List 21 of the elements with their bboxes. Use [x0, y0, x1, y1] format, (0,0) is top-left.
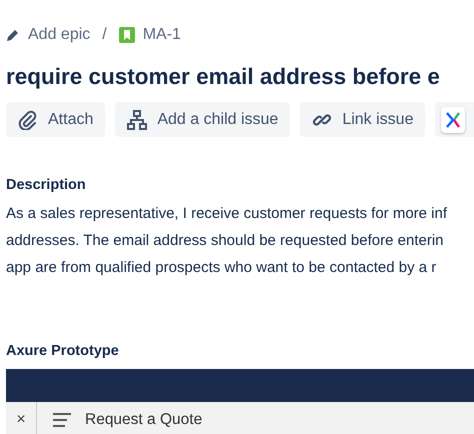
- hierarchy-icon: [127, 110, 148, 130]
- description-line: app are from qualified prospects who want to be contacted by a r: [6, 258, 438, 278]
- menu-icon[interactable]: [53, 413, 71, 427]
- breadcrumb-separator: /: [102, 25, 107, 45]
- add-epic-link[interactable]: Add epic: [28, 23, 90, 47]
- close-button[interactable]: ×: [6, 402, 37, 434]
- page-title: Request a Quote: [85, 410, 202, 430]
- section-heading: Description: [6, 176, 87, 195]
- paperclip-icon: [18, 110, 38, 130]
- x-logo-icon: [446, 112, 460, 128]
- action-button[interactable]: Attach: [6, 102, 106, 137]
- action-button[interactable]: Add a child issue: [115, 102, 290, 137]
- pencil-icon: [6, 28, 20, 42]
- description-line: addresses. The email address should be requested before enterin: [6, 230, 444, 251]
- description-line: As a sales representative, I receive customer requests for more inf: [6, 204, 448, 224]
- issue-key-link[interactable]: MA-1: [142, 23, 181, 47]
- bookmark-icon: [118, 27, 135, 43]
- app-button[interactable]: [435, 102, 474, 137]
- action-button[interactable]: Link issue: [300, 102, 426, 137]
- issue-title: require customer email address before e: [6, 63, 441, 91]
- section-heading: Axure Prototype: [6, 342, 120, 361]
